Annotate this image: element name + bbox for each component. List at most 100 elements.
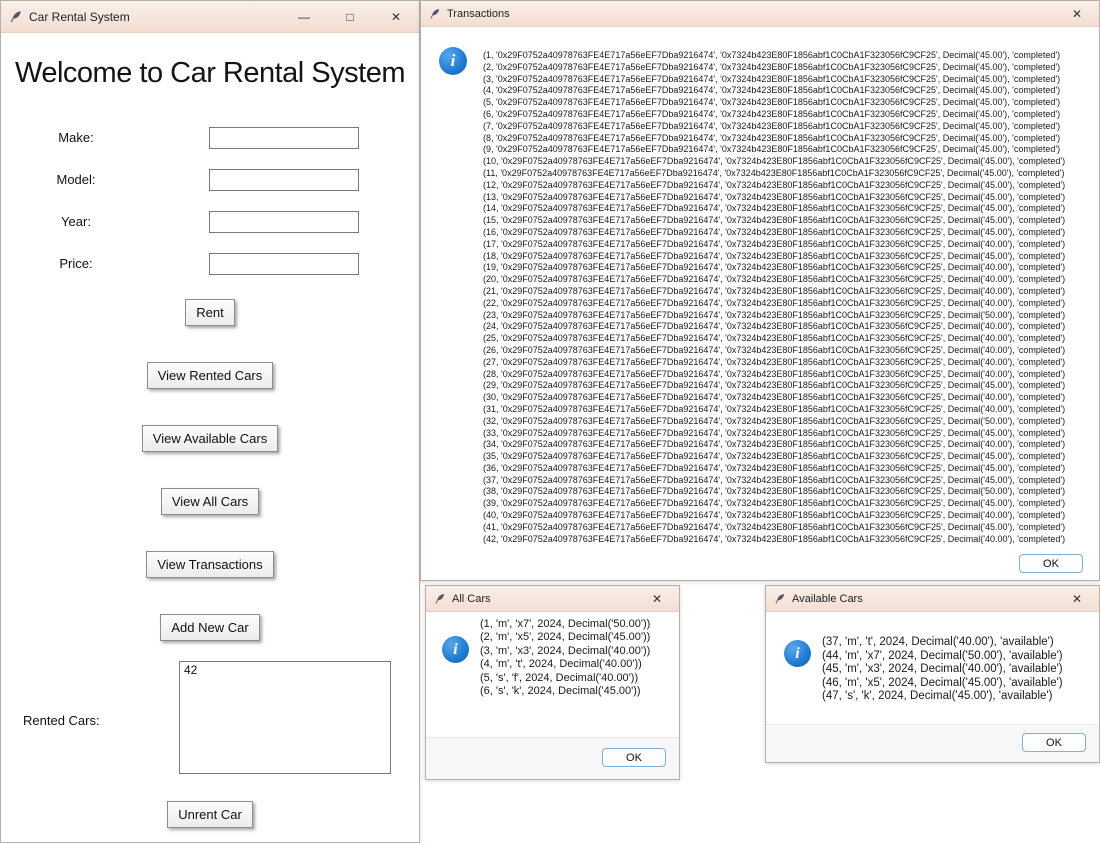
- transaction-line: (16, '0x29F0752a40978763FE4E717a56eEF7Db…: [483, 227, 1095, 239]
- car-form: Make: Model: Year: Price:: [1, 119, 419, 287]
- all-cars-ok-button[interactable]: OK: [602, 748, 666, 767]
- car-line: (46, 'm', 'x5', 2024, Decimal('45.00'), …: [822, 677, 1097, 691]
- info-icon: i: [439, 47, 467, 75]
- main-window-title: Car Rental System: [29, 10, 130, 24]
- transaction-line: (28, '0x29F0752a40978763FE4E717a56eEF7Db…: [483, 369, 1095, 381]
- transactions-ok-button[interactable]: OK: [1019, 554, 1083, 573]
- transaction-line: (1, '0x29F0752a40978763FE4E717a56eEF7Dba…: [483, 50, 1095, 62]
- transaction-line: (21, '0x29F0752a40978763FE4E717a56eEF7Db…: [483, 286, 1095, 298]
- desktop: Car Rental System — □ ✕ Welcome to Car R…: [0, 0, 1100, 843]
- close-button[interactable]: ✕: [373, 1, 419, 32]
- transaction-line: (10, '0x29F0752a40978763FE4E717a56eEF7Db…: [483, 156, 1095, 168]
- info-icon: i: [442, 636, 469, 663]
- close-icon: ✕: [1072, 7, 1082, 21]
- info-glyph: i: [451, 51, 456, 71]
- info-icon: i: [784, 640, 811, 667]
- close-icon: ✕: [1072, 592, 1082, 606]
- info-glyph: i: [795, 645, 799, 663]
- maximize-button[interactable]: □: [327, 1, 373, 32]
- available-cars-dialog: Available Cars ✕ i (37, 'm', 't', 2024, …: [765, 585, 1100, 763]
- unrent-wrap: Unrent Car: [1, 801, 419, 828]
- model-row: Model:: [1, 161, 419, 203]
- view-transactions-button[interactable]: View Transactions: [146, 551, 273, 578]
- app-icon: [774, 593, 786, 605]
- all-cars-title: All Cars: [452, 593, 491, 605]
- car-line: (44, 'm', 'x7', 2024, Decimal('50.00'), …: [822, 650, 1097, 664]
- transaction-line: (33, '0x29F0752a40978763FE4E717a56eEF7Db…: [483, 428, 1095, 440]
- rent-button[interactable]: Rent: [185, 299, 234, 326]
- year-input[interactable]: [209, 211, 359, 233]
- all-cars-dialog: All Cars ✕ i (1, 'm', 'x7', 2024, Decima…: [425, 585, 680, 780]
- model-label: Model:: [39, 172, 113, 187]
- model-input[interactable]: [209, 169, 359, 191]
- transaction-line: (25, '0x29F0752a40978763FE4E717a56eEF7Db…: [483, 333, 1095, 345]
- transaction-line: (39, '0x29F0752a40978763FE4E717a56eEF7Db…: [483, 498, 1095, 510]
- transaction-line: (42, '0x29F0752a40978763FE4E717a56eEF7Db…: [483, 534, 1095, 546]
- app-icon: [429, 8, 441, 20]
- transaction-line: (29, '0x29F0752a40978763FE4E717a56eEF7Db…: [483, 380, 1095, 392]
- button-stack: Rent View Rented Cars View Available Car…: [1, 299, 419, 641]
- car-line: (45, 'm', 'x3', 2024, Decimal('40.00'), …: [822, 663, 1097, 677]
- transaction-line: (14, '0x29F0752a40978763FE4E717a56eEF7Db…: [483, 203, 1095, 215]
- transactions-dialog: Transactions ✕ i (1, '0x29F0752a40978763…: [420, 0, 1100, 581]
- view-all-cars-button[interactable]: View All Cars: [161, 488, 259, 515]
- close-icon: ✕: [391, 10, 401, 24]
- transactions-close-button[interactable]: ✕: [1055, 1, 1099, 26]
- transaction-line: (35, '0x29F0752a40978763FE4E717a56eEF7Db…: [483, 451, 1095, 463]
- all-cars-titlebar[interactable]: All Cars ✕: [426, 586, 679, 612]
- page-title: Welcome to Car Rental System: [1, 57, 419, 90]
- transaction-line: (22, '0x29F0752a40978763FE4E717a56eEF7Db…: [483, 298, 1095, 310]
- main-window-titlebar[interactable]: Car Rental System — □ ✕: [1, 1, 419, 33]
- car-line: (5, 's', 'f', 2024, Decimal('40.00')): [480, 672, 677, 685]
- list-item[interactable]: 42: [184, 663, 386, 678]
- main-window-body: Welcome to Car Rental System Make: Model…: [1, 33, 419, 842]
- transaction-line: (20, '0x29F0752a40978763FE4E717a56eEF7Db…: [483, 274, 1095, 286]
- price-row: Price:: [1, 245, 419, 287]
- transaction-line: (6, '0x29F0752a40978763FE4E717a56eEF7Dba…: [483, 109, 1095, 121]
- rented-cars-listbox[interactable]: 42: [179, 661, 391, 774]
- transaction-line: (7, '0x29F0752a40978763FE4E717a56eEF7Dba…: [483, 121, 1095, 133]
- maximize-icon: □: [346, 10, 353, 24]
- transaction-line: (2, '0x29F0752a40978763FE4E717a56eEF7Dba…: [483, 62, 1095, 74]
- make-label: Make:: [39, 130, 113, 145]
- info-glyph: i: [453, 641, 457, 659]
- available-cars-list: (37, 'm', 't', 2024, Decimal('40.00'), '…: [822, 636, 1097, 704]
- available-cars-title: Available Cars: [792, 593, 863, 605]
- main-window: Car Rental System — □ ✕ Welcome to Car R…: [0, 0, 420, 843]
- price-input[interactable]: [209, 253, 359, 275]
- transactions-titlebar[interactable]: Transactions ✕: [421, 1, 1099, 27]
- available-cars-titlebar[interactable]: Available Cars ✕: [766, 586, 1099, 612]
- minimize-icon: —: [298, 10, 310, 24]
- transaction-line: (24, '0x29F0752a40978763FE4E717a56eEF7Db…: [483, 321, 1095, 333]
- transaction-line: (3, '0x29F0752a40978763FE4E717a56eEF7Dba…: [483, 74, 1095, 86]
- transaction-line: (34, '0x29F0752a40978763FE4E717a56eEF7Db…: [483, 439, 1095, 451]
- transactions-title: Transactions: [447, 8, 510, 20]
- transaction-line: (31, '0x29F0752a40978763FE4E717a56eEF7Db…: [483, 404, 1095, 416]
- transaction-line: (9, '0x29F0752a40978763FE4E717a56eEF7Dba…: [483, 144, 1095, 156]
- transaction-line: (40, '0x29F0752a40978763FE4E717a56eEF7Db…: [483, 510, 1095, 522]
- year-row: Year:: [1, 203, 419, 245]
- available-cars-close-button[interactable]: ✕: [1055, 586, 1099, 611]
- view-rented-cars-button[interactable]: View Rented Cars: [147, 362, 274, 389]
- price-label: Price:: [39, 256, 113, 271]
- available-cars-ok-button[interactable]: OK: [1022, 733, 1086, 752]
- transaction-line: (5, '0x29F0752a40978763FE4E717a56eEF7Dba…: [483, 97, 1095, 109]
- app-icon: [434, 593, 446, 605]
- minimize-button[interactable]: —: [281, 1, 327, 32]
- transaction-line: (19, '0x29F0752a40978763FE4E717a56eEF7Db…: [483, 262, 1095, 274]
- close-icon: ✕: [652, 592, 662, 606]
- view-available-cars-button[interactable]: View Available Cars: [142, 425, 278, 452]
- car-line: (37, 'm', 't', 2024, Decimal('40.00'), '…: [822, 636, 1097, 650]
- unrent-car-button[interactable]: Unrent Car: [167, 801, 253, 828]
- transaction-line: (23, '0x29F0752a40978763FE4E717a56eEF7Db…: [483, 310, 1095, 322]
- transaction-line: (26, '0x29F0752a40978763FE4E717a56eEF7Db…: [483, 345, 1095, 357]
- car-line: (3, 'm', 'x3', 2024, Decimal('40.00')): [480, 645, 677, 658]
- make-row: Make:: [1, 119, 419, 161]
- transaction-line: (32, '0x29F0752a40978763FE4E717a56eEF7Db…: [483, 416, 1095, 428]
- transaction-line: (18, '0x29F0752a40978763FE4E717a56eEF7Db…: [483, 251, 1095, 263]
- add-new-car-button[interactable]: Add New Car: [160, 614, 259, 641]
- all-cars-close-button[interactable]: ✕: [635, 586, 679, 611]
- transaction-line: (38, '0x29F0752a40978763FE4E717a56eEF7Db…: [483, 486, 1095, 498]
- transaction-line: (13, '0x29F0752a40978763FE4E717a56eEF7Db…: [483, 192, 1095, 204]
- make-input[interactable]: [209, 127, 359, 149]
